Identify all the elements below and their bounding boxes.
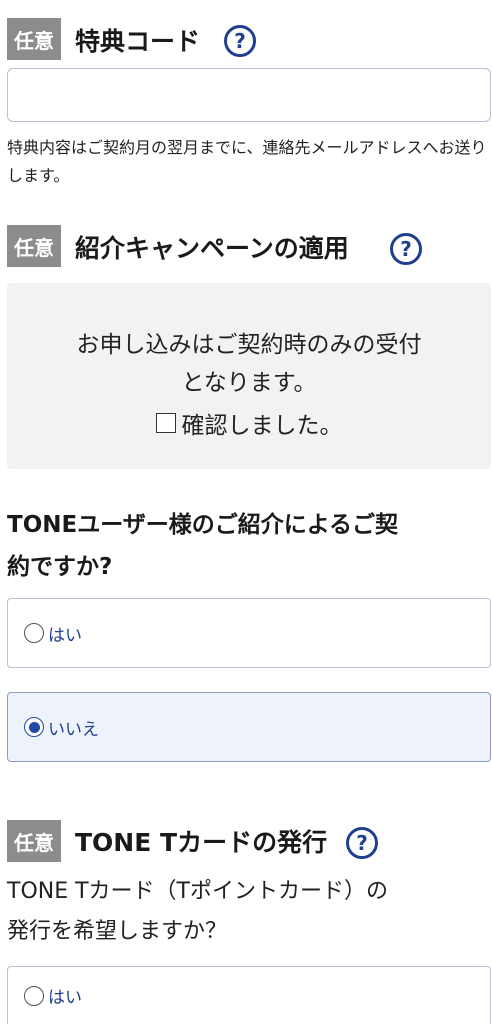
t-card-option-yes[interactable]: はい xyxy=(7,966,491,1024)
radio-button[interactable] xyxy=(24,623,44,643)
help-icon[interactable]: ? xyxy=(390,233,422,265)
radio-selected-dot xyxy=(28,721,40,733)
benefit-code-title: 特典コード xyxy=(75,27,201,56)
referral-question: TONEユーザー様のご紹介によるご契 約ですか? xyxy=(7,504,487,588)
help-icon[interactable]: ? xyxy=(346,827,378,859)
optional-badge: 任意 xyxy=(7,820,61,862)
optional-badge: 任意 xyxy=(7,18,61,60)
referral-option-yes[interactable]: はい xyxy=(7,598,491,668)
referral-info-line: お申し込みはご契約時のみの受付 xyxy=(76,332,422,358)
radio-label: いいえ xyxy=(48,719,99,740)
radio-button[interactable] xyxy=(24,985,44,1006)
t-card-question-line: TONE Tカード（Tポイントカード）の xyxy=(7,879,388,904)
optional-badge: 任意 xyxy=(7,225,61,267)
t-card-title: TONE Tカードの発行 xyxy=(75,828,328,857)
referral-question-line: 約ですか? xyxy=(7,554,113,580)
help-icon[interactable]: ? xyxy=(224,25,256,57)
referral-question-line: TONEユーザー様のご紹介によるご契 xyxy=(7,512,399,538)
referral-info-box: お申し込みはご契約時のみの受付 となります。 確認しました。 xyxy=(7,283,491,469)
referral-info-line: となります。 xyxy=(181,370,317,396)
referral-option-no[interactable]: いいえ xyxy=(7,692,491,762)
benefit-code-note: 特典内容はご契約月の翌月までに、連絡先メールアドレスへお送りします。 xyxy=(7,138,487,185)
radio-button[interactable] xyxy=(24,717,44,737)
referral-campaign-title: 紹介キャンペーンの適用 xyxy=(75,234,349,263)
confirm-label: 確認しました。 xyxy=(181,413,343,439)
confirm-checkbox-row[interactable]: 確認しました。 xyxy=(7,406,491,440)
benefit-code-input[interactable] xyxy=(7,68,491,122)
radio-label: はい xyxy=(48,988,82,1008)
t-card-question: TONE Tカード（Tポイントカード）の 発行を希望しますか？ xyxy=(7,872,491,952)
radio-label: はい xyxy=(48,625,82,646)
confirm-checkbox[interactable] xyxy=(155,413,176,433)
t-card-question-line: 発行を希望しますか？ xyxy=(7,919,228,944)
